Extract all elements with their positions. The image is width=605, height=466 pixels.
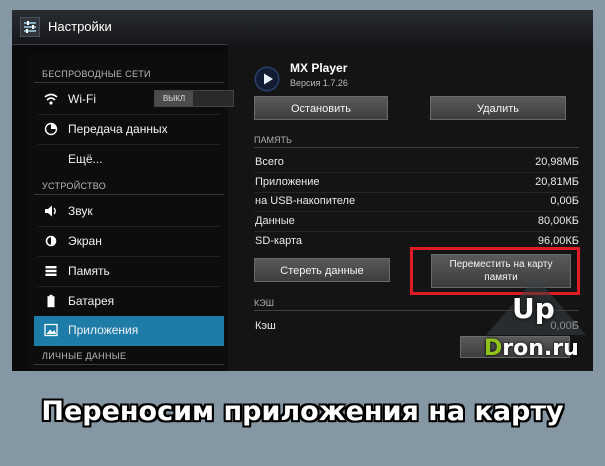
sidebar-item-storage[interactable]: Память <box>34 257 224 286</box>
watermark-domain: Dron.ru <box>484 336 579 361</box>
storage-icon <box>45 266 57 276</box>
watermark-d: D <box>484 336 503 361</box>
section-wireless: БЕСПРОВОДНЫЕ СЕТИ <box>42 69 151 79</box>
divider <box>34 364 224 365</box>
storage-row-label: на USB-накопителе <box>255 195 356 207</box>
app-version: Версия 1.7.26 <box>290 78 348 88</box>
settings-sliders-icon[interactable] <box>20 17 40 37</box>
sidebar-item-more[interactable]: Ещё... <box>34 145 224 174</box>
sidebar-item-label: Wi-Fi <box>68 92 96 106</box>
window-title: Настройки <box>48 19 112 34</box>
storage-row-value: 96,00КБ <box>537 235 579 247</box>
sidebar-item-wifi[interactable]: Wi-Fi ВЫКЛ <box>34 85 234 114</box>
divider <box>254 147 579 148</box>
move-button-label-line1: Переместить на карту <box>449 259 553 270</box>
sidebar-item-data-usage[interactable]: Передача данных <box>34 115 224 144</box>
section-personal: ЛИЧНЫЕ ДАННЫЕ <box>42 351 127 361</box>
sidebar-item-label: Батарея <box>68 294 115 308</box>
wifi-toggle[interactable]: ВЫКЛ <box>154 90 234 107</box>
sidebar-item-label: Звук <box>68 204 93 218</box>
storage-row-value: 20,98МБ <box>535 156 579 168</box>
watermark-up: Up <box>512 292 555 325</box>
sidebar-item-label: Приложения <box>68 323 139 337</box>
storage-row-value: 80,00КБ <box>537 215 579 227</box>
storage-row-label: Приложение <box>255 176 320 188</box>
battery-icon <box>47 294 55 308</box>
apps-icon <box>44 323 58 337</box>
divider <box>34 82 224 83</box>
cache-row-label: Кэш <box>255 320 276 332</box>
divider <box>34 194 224 195</box>
force-stop-button[interactable]: Остановить <box>254 96 388 120</box>
play-icon <box>254 66 280 92</box>
brightness-icon <box>45 235 57 247</box>
section-device: УСТРОЙСТВО <box>42 181 107 191</box>
sidebar-content: БЕСПРОВОДНЫЕ СЕТИ Wi-Fi ВЫКЛ Передача да… <box>28 54 234 371</box>
sidebar-item-sound[interactable]: Звук <box>34 197 224 226</box>
wifi-toggle-state: ВЫКЛ <box>155 91 193 106</box>
caption: Переносим приложения на карту <box>41 396 564 427</box>
storage-row-label: Всего <box>255 156 284 168</box>
storage-heading: ПАМЯТЬ <box>254 135 292 145</box>
sidebar-item-battery[interactable]: Батарея <box>34 287 224 316</box>
wifi-icon <box>44 93 58 105</box>
cache-heading: КЭШ <box>254 298 274 308</box>
sidebar-item-label: Ещё... <box>68 152 103 166</box>
sidebar-item-label: Передача данных <box>68 122 168 136</box>
storage-row-label: SD-карта <box>255 235 303 247</box>
clear-data-button[interactable]: Стереть данные <box>254 258 390 282</box>
sidebar-item-label: Память <box>68 264 110 278</box>
sidebar-item-label: Экран <box>68 234 102 248</box>
app-name: MX Player <box>290 61 348 75</box>
sidebar-item-display[interactable]: Экран <box>34 227 224 256</box>
divider <box>254 231 579 232</box>
sidebar-item-apps[interactable]: Приложения <box>34 316 224 346</box>
storage-row-value: 20,81МБ <box>535 176 579 188</box>
storage-row-label: Данные <box>255 215 295 227</box>
divider <box>254 192 579 193</box>
divider <box>254 172 579 173</box>
storage-row-value: 0,00Б <box>550 195 579 207</box>
data-usage-icon <box>44 122 58 136</box>
speaker-icon <box>45 205 56 217</box>
uninstall-button[interactable]: Удалить <box>430 96 566 120</box>
watermark-domain-rest: ron.ru <box>502 336 579 361</box>
divider <box>254 211 579 212</box>
title-bar: Настройки <box>12 10 593 45</box>
